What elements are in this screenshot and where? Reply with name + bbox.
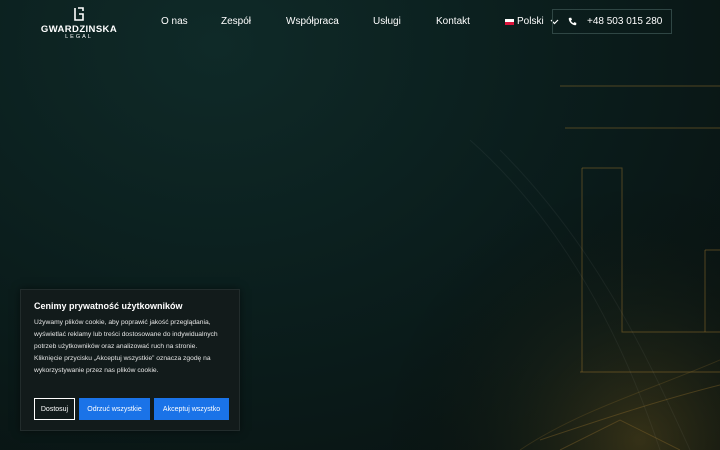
g-monogram-icon [74,7,84,21]
cookie-text: Używamy plików cookie, aby poprawić jako… [34,319,218,374]
reject-all-button[interactable]: Odrzuć wszystkie [79,398,150,420]
poland-flag-icon [505,18,514,25]
nav-item-zespol[interactable]: Zespół [221,16,251,27]
cookie-title: Cenimy prywatność użytkowników [34,301,183,311]
language-selector[interactable]: Polski [505,16,559,27]
accept-all-button[interactable]: Akceptuj wszystko [154,398,229,420]
nav-item-o-nas[interactable]: O nas [161,16,188,27]
nav-item-wspolpraca[interactable]: Współpraca [286,16,339,27]
phone-number: +48 503 015 280 [587,16,663,27]
logo[interactable]: GWARDZINSKA LEGAL [34,7,124,41]
phone-icon [568,17,577,26]
cookie-consent-dialog: Cenimy prywatność użytkowników Używamy p… [20,289,240,431]
nav-item-kontakt[interactable]: Kontakt [436,16,470,27]
brand-subtitle: LEGAL [65,34,93,40]
customize-button[interactable]: Dostosuj [34,398,75,420]
phone-button[interactable]: +48 503 015 280 [552,9,672,34]
language-label: Polski [517,16,544,27]
nav-item-uslugi[interactable]: Usługi [373,16,401,27]
